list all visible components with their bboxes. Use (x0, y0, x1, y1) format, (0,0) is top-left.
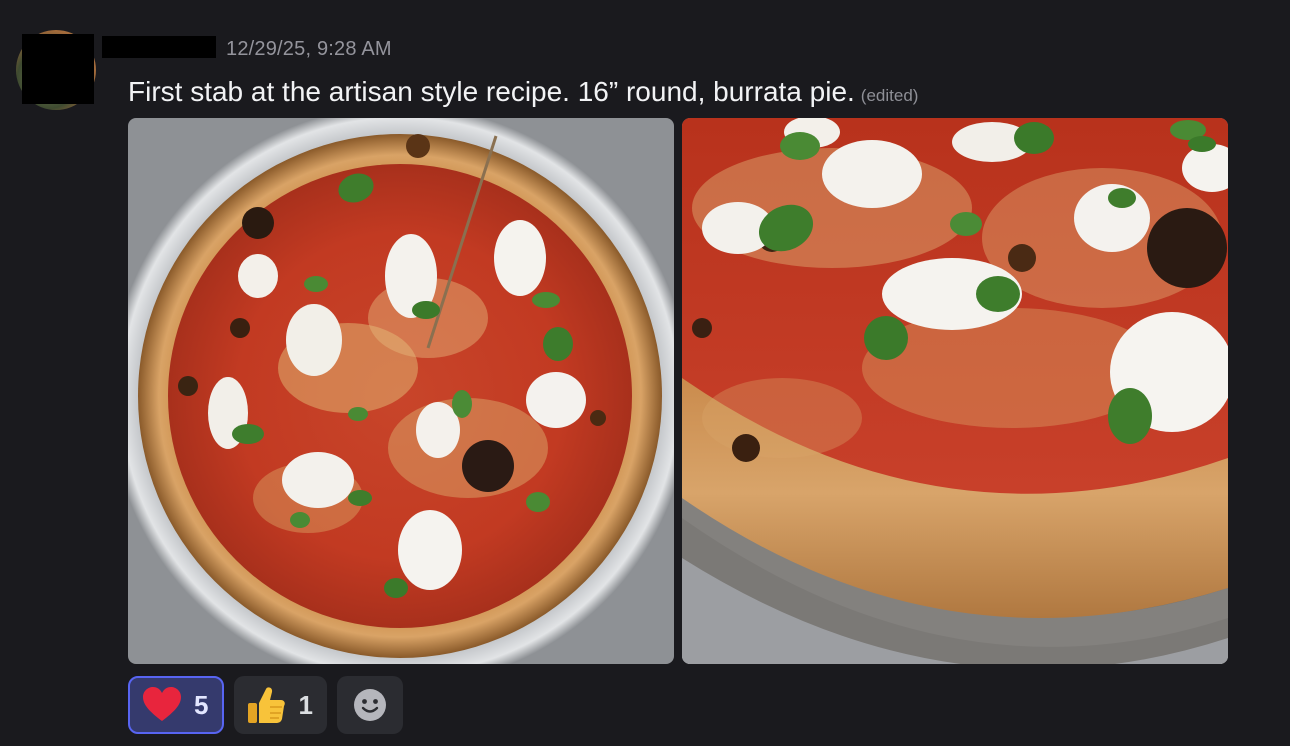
thumbs-up-icon (246, 685, 286, 725)
heart-icon (142, 685, 182, 725)
pizza-close-up-image (682, 118, 1228, 664)
reaction-count: 1 (298, 689, 313, 720)
image-attachment-pizza-close-up[interactable] (682, 118, 1228, 664)
image-attachment-pizza-top-view[interactable] (128, 118, 674, 664)
chat-message: 12/29/25, 9:28 AM First stab at the arti… (0, 0, 1290, 746)
pizza-top-view-image (128, 118, 674, 664)
message-text-line: First stab at the artisan style recipe. … (128, 76, 918, 108)
message-timestamp[interactable]: 12/29/25, 9:28 AM (226, 38, 392, 61)
smiley-icon (350, 685, 390, 725)
reaction-thumbs-up[interactable]: 1 (234, 676, 327, 734)
add-reaction-button[interactable] (336, 676, 403, 734)
avatar-redaction (22, 34, 94, 104)
username-redaction (102, 36, 216, 58)
reaction-heart[interactable]: 5 (128, 676, 225, 734)
reactions-bar: 5 1 (128, 676, 403, 734)
message-text: First stab at the artisan style recipe. … (128, 76, 855, 107)
reaction-count: 5 (194, 689, 209, 720)
edited-label: (edited) (860, 86, 919, 105)
